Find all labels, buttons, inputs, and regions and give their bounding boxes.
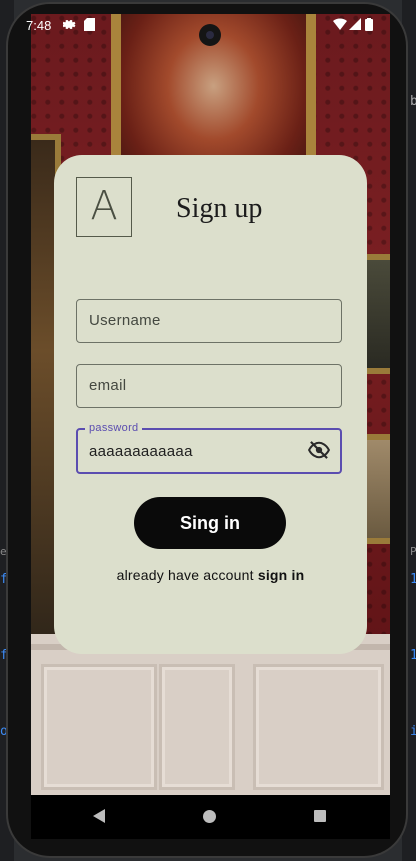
ide-code-fragment: b [410, 94, 416, 109]
password-label: password [85, 422, 143, 434]
email-input[interactable] [87, 376, 311, 395]
wifi-icon [333, 18, 347, 33]
ide-code-fragment: P [410, 545, 416, 558]
app-logo: A [76, 177, 132, 237]
settings-icon [62, 18, 76, 34]
back-icon[interactable] [93, 809, 105, 823]
page-title: Sign up [176, 193, 263, 224]
sd-card-icon [84, 18, 95, 34]
footer-text: already have account sign in [54, 567, 367, 583]
username-input[interactable] [87, 311, 311, 330]
eye-off-icon[interactable] [307, 441, 331, 459]
battery-icon [365, 18, 373, 34]
wall-panel [159, 664, 235, 790]
password-field[interactable]: password [76, 422, 342, 474]
username-field[interactable] [76, 299, 342, 343]
footer-prefix: already have account [116, 567, 258, 583]
front-camera [199, 24, 221, 46]
wall-panel [253, 664, 384, 790]
sign-in-link[interactable]: sign in [258, 567, 305, 583]
ide-code-fragment: i [410, 724, 416, 739]
status-time: 7:48 [26, 18, 52, 33]
ide-code-fragment: 1 [410, 572, 416, 587]
password-input[interactable] [87, 442, 311, 461]
home-icon[interactable] [203, 810, 216, 823]
ide-code-fragment: 1 [410, 648, 416, 663]
email-field[interactable] [76, 364, 342, 408]
wall-panel [41, 664, 157, 790]
signup-card: A Sign up password Sing in already have … [54, 155, 367, 654]
signal-icon [349, 18, 361, 33]
recents-icon[interactable] [314, 810, 326, 822]
navigation-bar [31, 795, 390, 839]
sign-in-button[interactable]: Sing in [134, 497, 286, 549]
